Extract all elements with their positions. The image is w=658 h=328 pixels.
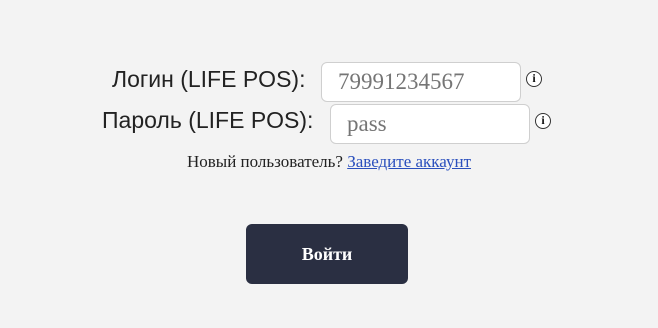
new-user-text: Новый пользователь? (186, 152, 343, 171)
password-info-icon[interactable]: i (535, 113, 551, 129)
register-link[interactable]: Заведите аккаунт (347, 152, 471, 171)
register-prompt: Новый пользователь? Заведите аккаунт (0, 152, 658, 172)
login-page: Логин (LIFE POS): i Пароль (LIFE POS): i… (0, 0, 658, 328)
login-input[interactable] (321, 62, 521, 102)
login-label: Логин (LIFE POS): (112, 66, 306, 92)
password-label: Пароль (LIFE POS): (102, 107, 314, 133)
login-button[interactable]: Войти (246, 224, 408, 284)
password-input[interactable] (330, 104, 530, 144)
login-info-icon[interactable]: i (526, 71, 542, 87)
